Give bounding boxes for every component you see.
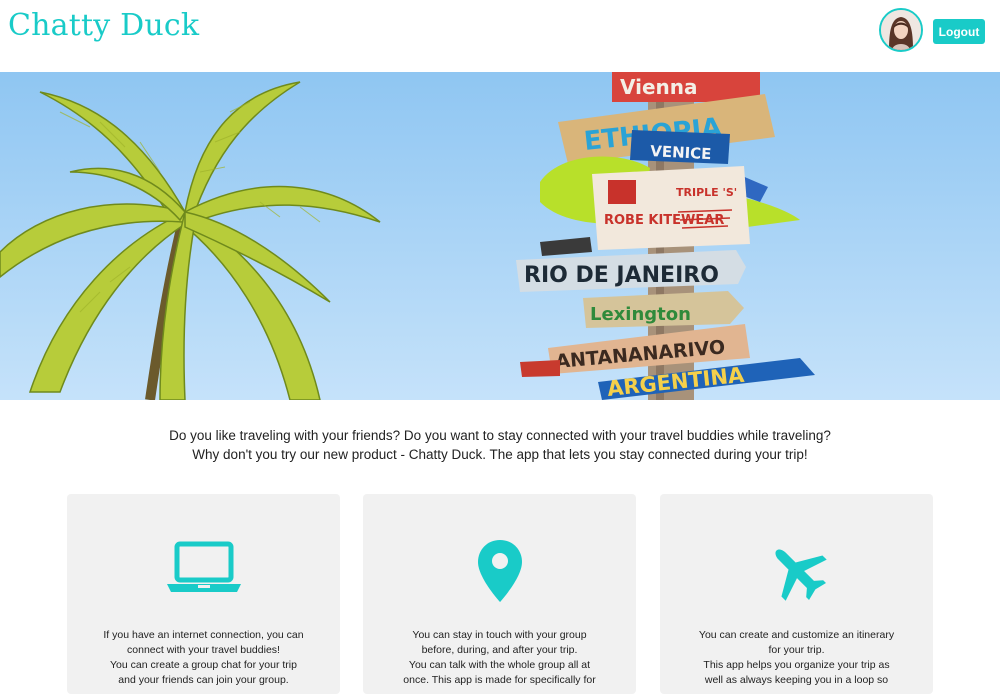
map-pin-icon	[363, 538, 636, 602]
user-avatar[interactable]	[879, 8, 923, 52]
sign-venice: VENICE	[650, 142, 712, 163]
laptop-icon	[67, 538, 340, 602]
feature-card-itinerary: You can create and customize an itinerar…	[660, 494, 933, 694]
feature-line: You can create and customize an itinerar…	[698, 629, 895, 641]
brand-logo[interactable]: Chatty Duck	[8, 8, 199, 43]
sign-rio-de-janeiro: RIO DE JANEIRO	[524, 263, 719, 288]
feature-card-stay-in-touch: You can stay in touch with your group be…	[363, 494, 636, 694]
intro-text: Do you like traveling with your friends?…	[0, 426, 1000, 464]
feature-line: You can talk with the whole group all at	[408, 659, 591, 671]
feature-line: before, during, and after your trip.	[421, 644, 578, 656]
feature-line: well as always keeping you in a loop so	[704, 674, 889, 686]
feature-line: connect with your travel buddies!	[127, 644, 280, 656]
feature-line: once. This app is made for specifically …	[403, 674, 596, 686]
feature-line: You can create a group chat for your tri…	[110, 659, 297, 671]
feature-line: and your friends can join your group.	[118, 674, 289, 686]
sign-robe-kitewear: ROBE KITEWEAR	[604, 213, 724, 228]
sign-triple-s: TRIPLE 'S'	[676, 186, 737, 199]
intro-line-2: Why don't you try our new product - Chat…	[192, 447, 808, 462]
hero-banner: Vienna ETHIOPIA VENICE ROBE KITEWEAR TRI…	[0, 72, 1000, 400]
feature-line: You can stay in touch with your group	[412, 629, 587, 641]
top-navbar: Chatty Duck Logout	[0, 0, 1000, 72]
feature-text-connect: If you have an internet connection, you …	[87, 628, 320, 688]
intro-line-1: Do you like traveling with your friends?…	[169, 428, 831, 443]
feature-text-itinerary: You can create and customize an itinerar…	[680, 628, 913, 688]
sign-vienna: Vienna	[620, 75, 698, 99]
logout-button[interactable]: Logout	[933, 19, 985, 44]
feature-line: for your trip.	[768, 644, 825, 656]
travel-signpost-palm-image: Vienna ETHIOPIA VENICE ROBE KITEWEAR TRI…	[0, 72, 1000, 400]
avatar-photo	[881, 10, 921, 50]
feature-card-connect: If you have an internet connection, you …	[67, 494, 340, 694]
sign-lexington: Lexington	[590, 304, 691, 325]
airplane-icon	[660, 538, 933, 602]
feature-line: This app helps you organize your trip as	[703, 659, 890, 671]
feature-line: If you have an internet connection, you …	[103, 629, 304, 641]
feature-text-stay-in-touch: You can stay in touch with your group be…	[383, 628, 616, 688]
